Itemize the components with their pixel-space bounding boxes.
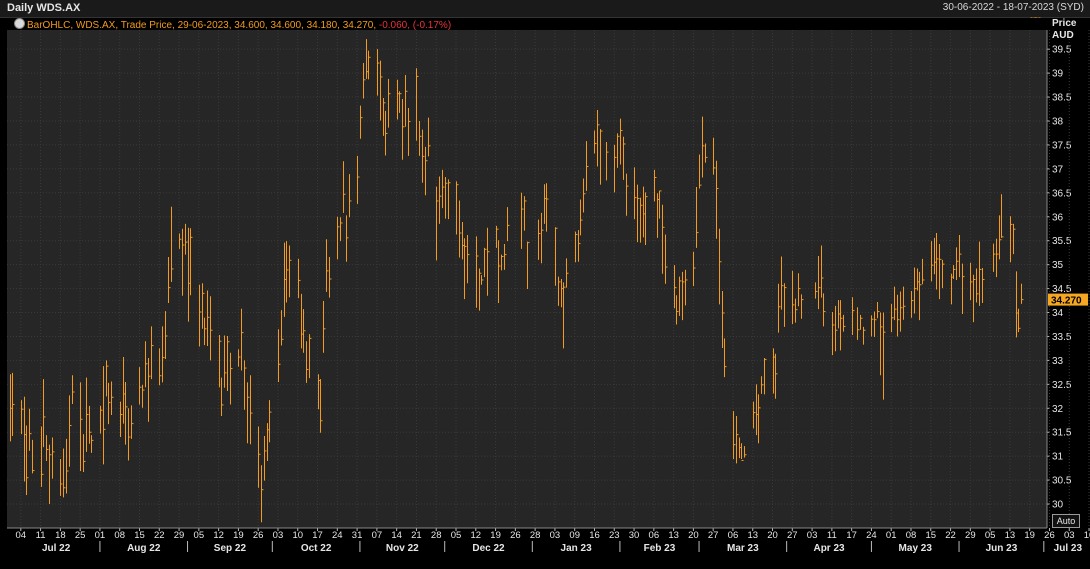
- x-tick-label: 15: [925, 530, 936, 541]
- x-month-label: Jun 23: [986, 543, 1018, 554]
- x-tick-label: 17: [846, 530, 857, 541]
- y-tick-label: 36: [1052, 212, 1064, 223]
- x-tick-label: 12: [471, 530, 482, 541]
- title-bar: Daily WDS.AX 30-06-2022 - 18-07-2023 (SY…: [0, 0, 1090, 18]
- x-tick-label: 27: [787, 530, 798, 541]
- x-month-label: Jul 23: [1054, 543, 1083, 554]
- x-month-label: Dec 22: [472, 543, 505, 554]
- last-price-label: 34.270: [1051, 295, 1082, 306]
- y-tick-label: 35: [1052, 260, 1064, 271]
- x-tick-label: 11: [827, 530, 837, 541]
- x-month-label: May 23: [899, 543, 933, 554]
- y-axis-title: Price: [1052, 18, 1077, 29]
- x-tick-label: 20: [767, 530, 778, 541]
- x-tick-label: 29: [174, 530, 185, 541]
- chart-window: Daily WDS.AX 30-06-2022 - 18-07-2023 (SY…: [0, 0, 1090, 569]
- series-legend[interactable]: BarOHLC, WDS.AX, Trade Price, 29-06-2023…: [14, 18, 451, 31]
- x-month-label: Jan 23: [561, 543, 593, 554]
- chart-title: Daily WDS.AX: [7, 2, 81, 14]
- y-axis-header: Price AUD: [1052, 18, 1076, 42]
- x-tick-label: 30: [629, 530, 640, 541]
- x-tick-label: 21: [411, 530, 422, 541]
- x-tick-label: 05: [194, 530, 205, 541]
- x-month-label: Sep 22: [214, 543, 247, 554]
- x-tick-label: 17: [312, 530, 323, 541]
- x-tick-label: 26: [1044, 530, 1055, 541]
- x-tick-label: 24: [866, 530, 877, 541]
- y-tick-label: 37: [1052, 164, 1064, 175]
- x-tick-label: 18: [55, 530, 66, 541]
- x-tick-label: 06: [728, 530, 739, 541]
- x-tick-label: 14: [391, 530, 402, 541]
- x-tick-label: 03: [1064, 530, 1075, 541]
- x-tick-label: 16: [589, 530, 600, 541]
- x-tick-label: 01: [886, 530, 897, 541]
- y-tick-label: 37.5: [1052, 140, 1072, 151]
- x-tick-label: 20: [688, 530, 699, 541]
- x-tick-label: 13: [747, 530, 758, 541]
- x-tick-label: 15: [134, 530, 145, 541]
- x-tick-label: 19: [1024, 530, 1035, 541]
- legend-change-text: -0.060, (-0.17%): [378, 20, 452, 31]
- auto-scale-button[interactable]: Auto: [1052, 514, 1080, 528]
- x-tick-label: 22: [154, 530, 165, 541]
- x-tick-label: 26: [510, 530, 521, 541]
- x-tick-label: 22: [945, 530, 956, 541]
- x-tick-label: 08: [114, 530, 125, 541]
- x-tick-label: 19: [490, 530, 501, 541]
- y-tick-label: 32: [1052, 404, 1064, 415]
- x-tick-label: 07: [372, 530, 383, 541]
- x-tick-label: 09: [569, 530, 580, 541]
- x-tick-label: 28: [530, 530, 541, 541]
- x-month-label: Mar 23: [727, 543, 759, 554]
- x-tick-label: 19: [233, 530, 244, 541]
- x-tick-label: 10: [292, 530, 303, 541]
- x-tick-label: 01: [95, 530, 106, 541]
- date-range: 30-06-2022 - 18-07-2023 (SYD): [942, 2, 1084, 13]
- x-tick-label: 27: [708, 530, 719, 541]
- x-tick-label: 03: [807, 530, 818, 541]
- legend-series-text: BarOHLC, WDS.AX, Trade Price, 29-06-2023…: [27, 20, 377, 31]
- series-icon[interactable]: [14, 18, 25, 29]
- x-month-label: Oct 22: [301, 543, 332, 554]
- x-tick-label: 12: [213, 530, 224, 541]
- x-tick-label: 28: [431, 530, 442, 541]
- x-tick-label: 24: [332, 530, 343, 541]
- x-tick-label: 26: [253, 530, 264, 541]
- y-tick-label: 38: [1052, 116, 1064, 127]
- x-tick-label: 31: [352, 530, 363, 541]
- y-tick-label: 34: [1052, 308, 1064, 319]
- x-tick-label: 05: [985, 530, 996, 541]
- x-month-label: Feb 23: [644, 543, 676, 554]
- y-tick-label: 38.5: [1052, 93, 1072, 104]
- x-month-label: Apr 23: [813, 543, 845, 554]
- y-tick-label: 33: [1052, 356, 1064, 367]
- x-tick-label: 05: [451, 530, 462, 541]
- x-tick-label: 08: [906, 530, 917, 541]
- x-month-label: Aug 22: [127, 543, 161, 554]
- x-tick-label: 23: [609, 530, 620, 541]
- x-tick-label: 13: [668, 530, 679, 541]
- x-month-label: Jul 22: [42, 543, 71, 554]
- x-tick-label: 11: [36, 530, 46, 541]
- x-tick-label: 04: [16, 530, 27, 541]
- ohlc-chart[interactable]: 3030.53131.53232.53333.53434.53535.53636…: [0, 17, 1090, 569]
- x-tick-label: 06: [649, 530, 660, 541]
- x-tick-label: 29: [965, 530, 976, 541]
- x-tick-label: 25: [75, 530, 86, 541]
- y-axis-unit: AUD: [1052, 30, 1074, 41]
- y-tick-label: 30: [1052, 500, 1064, 511]
- x-tick-label: 10: [1084, 530, 1090, 541]
- y-tick-label: 39: [1052, 69, 1064, 80]
- y-tick-label: 31: [1052, 452, 1064, 463]
- x-tick-label: 13: [1005, 530, 1016, 541]
- x-tick-label: 03: [273, 530, 284, 541]
- x-tick-label: 03: [550, 530, 561, 541]
- x-month-label: Nov 22: [386, 543, 419, 554]
